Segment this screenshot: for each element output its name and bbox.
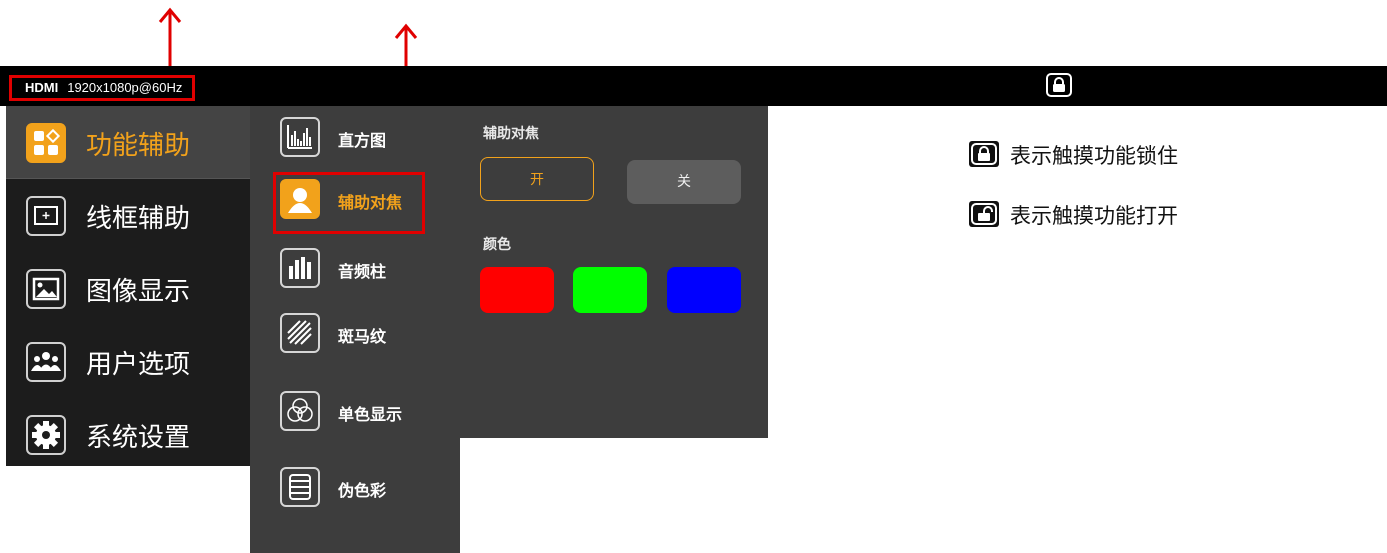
main-item-user-options[interactable]: 用户选项 bbox=[6, 325, 250, 397]
main-item-label: 功能辅助 bbox=[86, 131, 191, 161]
false-color-icon bbox=[280, 467, 320, 507]
sub-item-histogram[interactable]: 直方图 bbox=[250, 111, 460, 167]
color-swatch-red[interactable] bbox=[480, 267, 554, 313]
sub-item-label: 音频柱 bbox=[338, 262, 387, 281]
main-item-label: 线框辅助 bbox=[86, 204, 191, 234]
main-item-label: 用户选项 bbox=[86, 350, 191, 380]
off-button[interactable]: 关 bbox=[627, 160, 741, 204]
gear-icon bbox=[26, 415, 66, 455]
color-swatch-green[interactable] bbox=[573, 267, 647, 313]
sub-item-mono-display[interactable]: 单色显示 bbox=[250, 385, 460, 441]
main-item-image-display[interactable]: 图像显示 bbox=[6, 252, 250, 324]
main-item-label: 系统设置 bbox=[86, 423, 191, 453]
audio-meter-icon bbox=[280, 248, 320, 288]
main-menu: 功能辅助 线框辅助 图像显示 用户选项 系统设置 bbox=[6, 106, 250, 466]
settings-panel: 辅助对焦 开 关 颜色 bbox=[460, 106, 768, 438]
on-button[interactable]: 开 bbox=[480, 157, 594, 201]
main-item-frame-assist[interactable]: 线框辅助 bbox=[6, 179, 250, 251]
user-options-icon bbox=[26, 342, 66, 382]
lock-icon bbox=[969, 141, 999, 167]
image-display-icon bbox=[26, 269, 66, 309]
frame-assist-icon bbox=[26, 196, 66, 236]
zebra-icon bbox=[280, 313, 320, 353]
sub-item-false-color[interactable]: 伪色彩 bbox=[250, 461, 460, 517]
legend-locked-text: 表示触摸功能锁住 bbox=[1010, 144, 1178, 168]
unlock-icon bbox=[969, 201, 999, 227]
sub-item-label: 单色显示 bbox=[338, 405, 403, 424]
source-label: HDMI bbox=[25, 80, 59, 95]
lock-icon[interactable] bbox=[1046, 73, 1072, 97]
focus-assist-highlight bbox=[273, 172, 425, 234]
main-item-label: 图像显示 bbox=[86, 277, 191, 307]
mono-display-icon bbox=[280, 391, 320, 431]
function-assist-icon bbox=[26, 123, 66, 163]
status-bar bbox=[0, 66, 1387, 106]
focus-section-title: 辅助对焦 bbox=[483, 126, 539, 142]
color-swatch-blue[interactable] bbox=[667, 267, 741, 313]
sub-item-label: 直方图 bbox=[338, 131, 387, 150]
sub-item-label: 斑马纹 bbox=[338, 327, 387, 346]
sub-item-audio-meter[interactable]: 音频柱 bbox=[250, 242, 460, 298]
main-item-function-assist[interactable]: 功能辅助 bbox=[6, 106, 250, 178]
source-info: HDMI 1920x1080p@60Hz bbox=[25, 80, 182, 95]
main-item-system-settings[interactable]: 系统设置 bbox=[6, 398, 250, 470]
sub-item-zebra[interactable]: 斑马纹 bbox=[250, 307, 460, 363]
color-section-title: 颜色 bbox=[483, 237, 511, 253]
resolution-label: 1920x1080p@60Hz bbox=[67, 80, 183, 95]
sub-item-label: 伪色彩 bbox=[338, 481, 387, 500]
legend-unlocked-text: 表示触摸功能打开 bbox=[1010, 204, 1178, 228]
histogram-icon bbox=[280, 117, 320, 157]
